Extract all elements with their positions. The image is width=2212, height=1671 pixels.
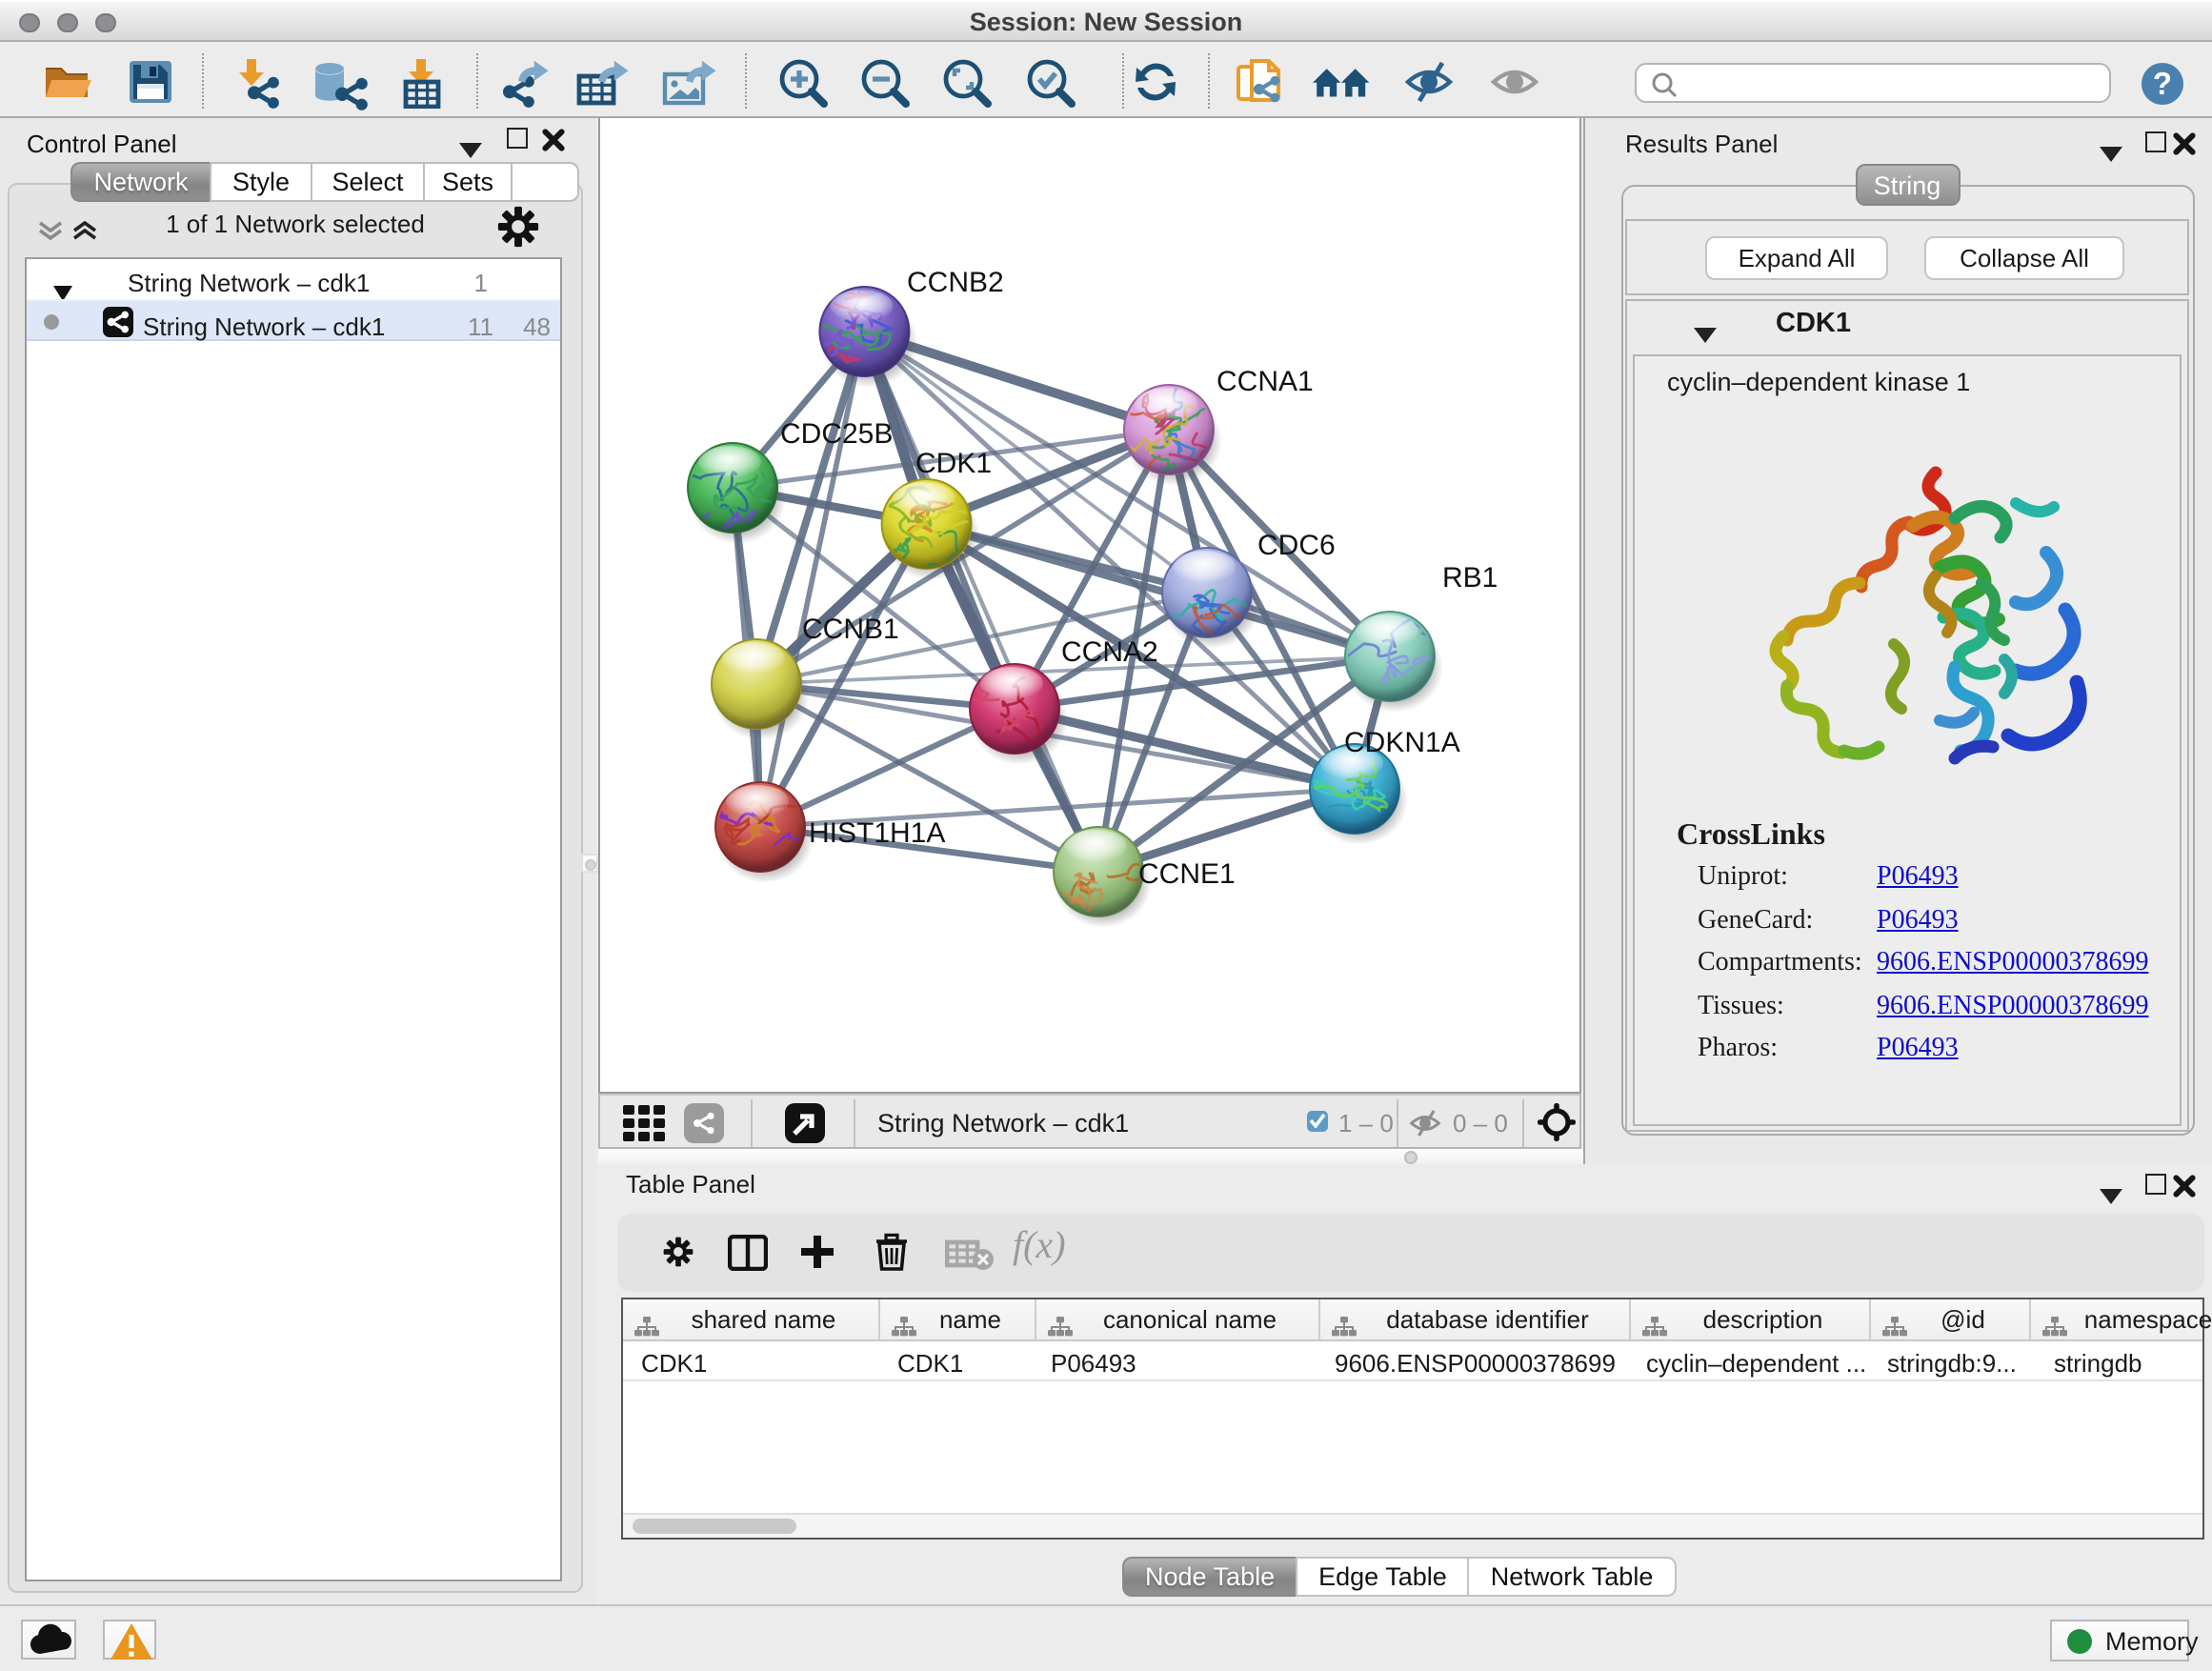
svg-text:CDK1: CDK1: [915, 448, 991, 479]
svg-text:HIST1H1A: HIST1H1A: [808, 817, 944, 849]
svg-text:?: ?: [2153, 65, 2172, 100]
svg-text:CCNB1: CCNB1: [801, 614, 898, 645]
svg-text:CDKN1A: CDKN1A: [1343, 727, 1459, 758]
svg-text:RB1: RB1: [1441, 562, 1497, 594]
svg-text:CCNA1: CCNA1: [1216, 366, 1313, 397]
svg-text:CCNE1: CCNE1: [1137, 858, 1235, 890]
svg-text:CCNA2: CCNA2: [1060, 636, 1157, 668]
svg-text:CDC25B: CDC25B: [779, 418, 892, 450]
svg-text:CDC6: CDC6: [1257, 530, 1335, 561]
svg-text:CCNB2: CCNB2: [906, 267, 1003, 298]
